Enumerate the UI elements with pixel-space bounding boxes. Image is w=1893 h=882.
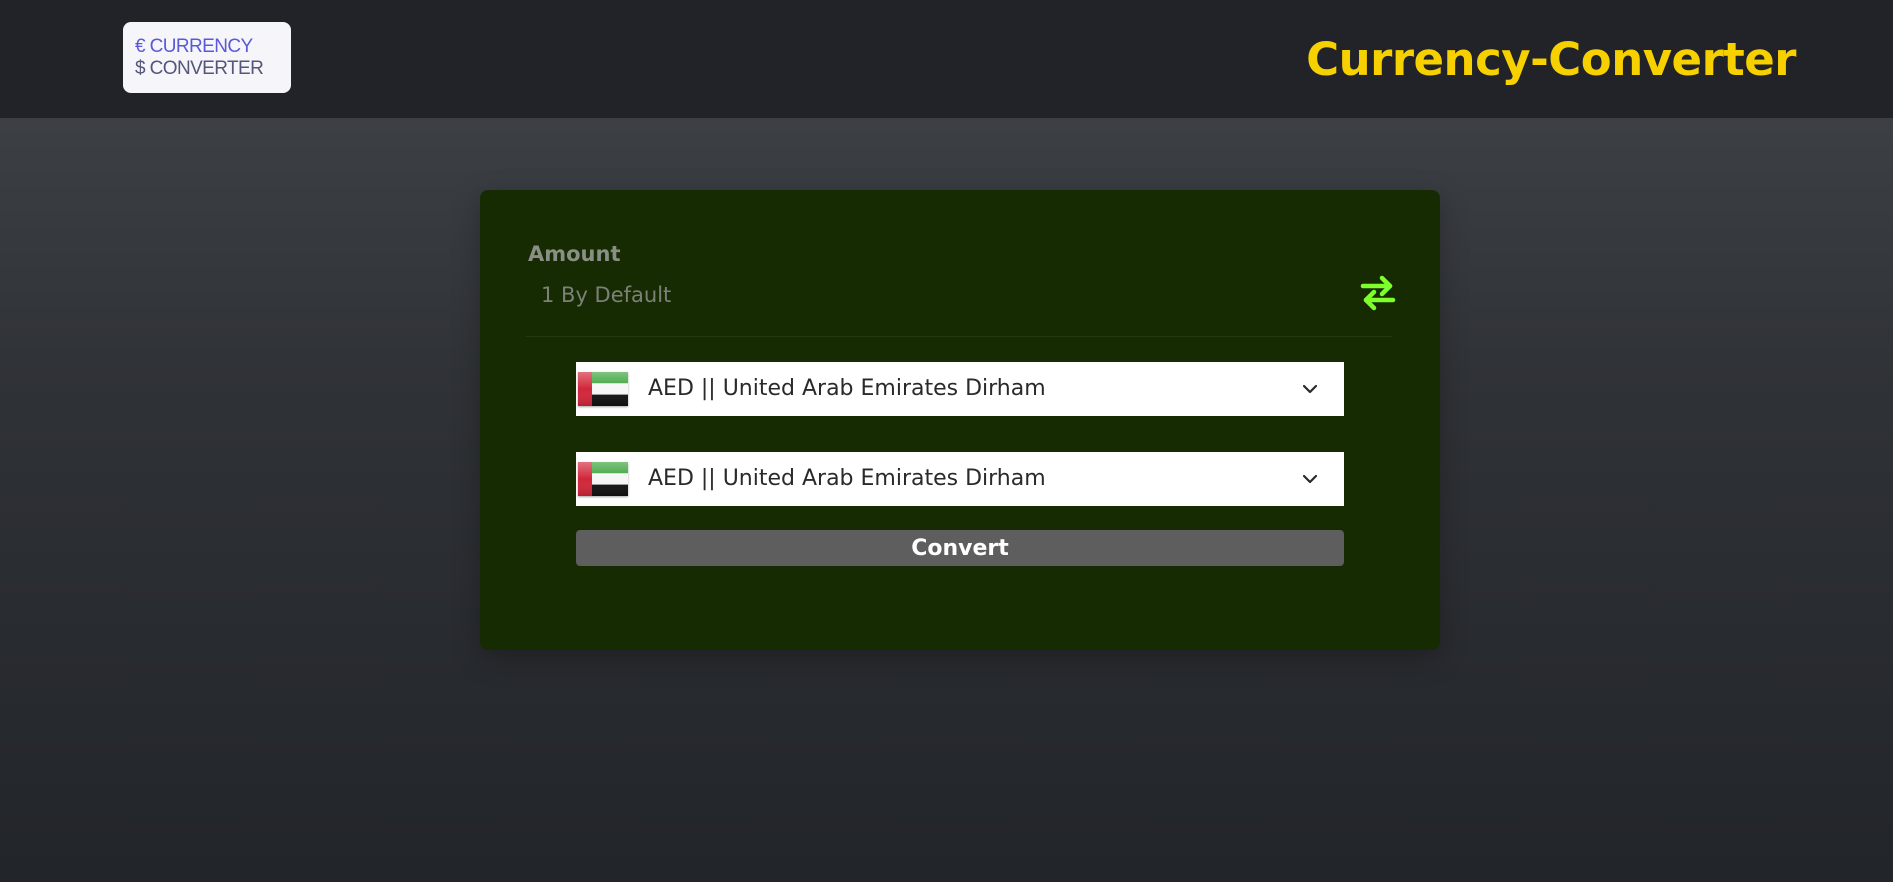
- flag-united-arab-emirates-icon: [578, 462, 628, 496]
- navbar: € CURRENCY $ CONVERTER Currency-Converte…: [0, 0, 1893, 118]
- logo[interactable]: € CURRENCY $ CONVERTER: [123, 22, 291, 93]
- flag-united-arab-emirates-icon: [578, 372, 628, 406]
- logo-line-converter: $ CONVERTER: [135, 58, 264, 79]
- from-currency-label: AED || United Arab Emirates Dirham: [648, 376, 1046, 401]
- to-currency-select[interactable]: AED || United Arab Emirates Dirham: [576, 452, 1344, 506]
- to-currency-label: AED || United Arab Emirates Dirham: [648, 466, 1046, 491]
- swap-button[interactable]: [1355, 270, 1401, 316]
- divider: [526, 336, 1392, 337]
- amount-label: Amount: [528, 242, 621, 266]
- amount-input[interactable]: [528, 278, 1301, 312]
- logo-line-currency: € CURRENCY: [135, 36, 253, 57]
- converter-card: Amount 1 By Default AED || United Arab E…: [480, 190, 1440, 650]
- page-title: Currency-Converter: [1306, 33, 1796, 86]
- from-currency-select[interactable]: AED || United Arab Emirates Dirham: [576, 362, 1344, 416]
- convert-button[interactable]: Convert: [576, 530, 1344, 566]
- chevron-down-icon: [1302, 474, 1318, 484]
- chevron-down-icon: [1302, 384, 1318, 394]
- swap-arrows-icon: [1360, 275, 1396, 311]
